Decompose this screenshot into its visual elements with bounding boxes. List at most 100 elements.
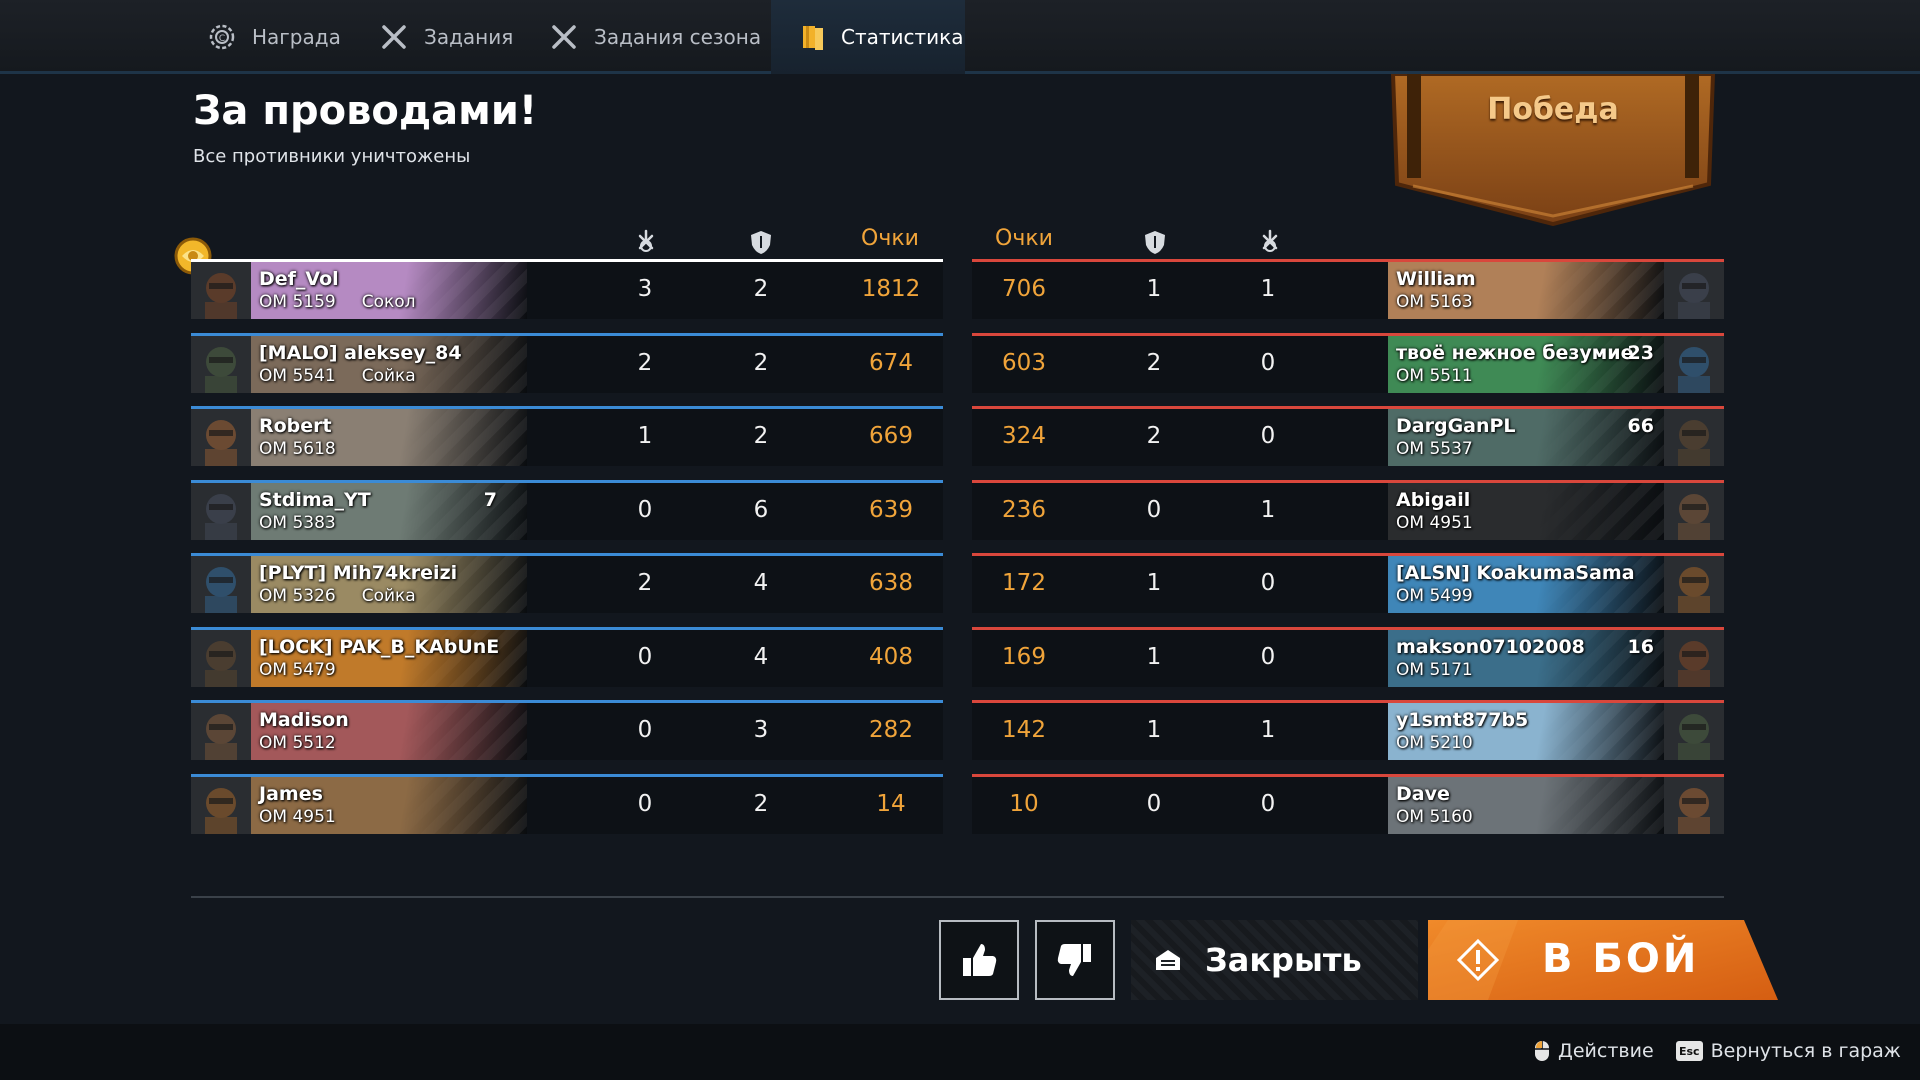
player-level: 7	[483, 488, 497, 511]
tab-statistics[interactable]: Статистика	[771, 0, 965, 74]
points-value: 669	[869, 423, 913, 449]
team-right-row[interactable]: 169 1 0 makson07102008 ОМ 5171 16	[972, 626, 1724, 687]
points-value: 706	[1002, 276, 1046, 302]
player-name: [LOCK] PAK_B_KAbUnE	[259, 635, 500, 658]
points-value: 1812	[861, 276, 921, 302]
tab-reward[interactable]: C Награда	[206, 0, 341, 74]
team-left-row[interactable]: [MALO] aleksey_84 ОМ 5541 Сойка 2 2 674	[191, 332, 943, 393]
avatar	[191, 482, 251, 540]
player-card[interactable]: Robert ОМ 5618	[251, 409, 527, 466]
team-left-row[interactable]: Stdima_YT ОМ 5383 7 0 6 639	[191, 479, 943, 540]
player-name: James	[259, 782, 323, 805]
assists-value: 2	[753, 423, 769, 449]
shield-icon	[751, 231, 771, 254]
team-left-row[interactable]: Def_Vol ОМ 5159 Сокол 3 2 1812	[191, 259, 943, 319]
player-name: [ALSN] KoakumaSama	[1396, 562, 1635, 584]
garage-hint[interactable]: Esc Вернуться в гараж	[1676, 1040, 1901, 1062]
player-card[interactable]: Madison ОМ 5512	[251, 703, 527, 760]
points-value: 324	[1002, 423, 1046, 449]
mission-title: За проводами!	[193, 88, 538, 134]
player-name: Madison	[259, 709, 349, 731]
shield-icon	[1145, 231, 1165, 254]
avatar	[1664, 335, 1724, 393]
assists-value: 2	[1146, 349, 1162, 376]
player-card[interactable]: y1smt877b5 ОМ 5210	[1388, 703, 1664, 760]
assists-value: 0	[1146, 496, 1162, 523]
dislike-button[interactable]	[1035, 920, 1115, 1000]
player-card[interactable]: Stdima_YT ОМ 5383 7	[251, 482, 527, 540]
action-hint[interactable]: Действие	[1534, 1040, 1654, 1062]
points-value: 408	[869, 643, 913, 670]
mouse-icon	[1535, 1041, 1549, 1061]
squad-badge: Сойка	[361, 586, 416, 606]
player-om: ОМ 4951	[1396, 512, 1473, 533]
crosshair-kills-icon	[638, 229, 654, 252]
fight-button[interactable]: В БОЙ	[1428, 920, 1778, 1000]
player-card[interactable]: [MALO] aleksey_84 ОМ 5541 Сойка	[251, 335, 527, 393]
player-card[interactable]: makson07102008 ОМ 5171 16	[1388, 629, 1664, 687]
player-level: 16	[1627, 635, 1654, 658]
player-card[interactable]: Def_Vol ОМ 5159 Сокол	[251, 262, 527, 319]
points-value: 638	[869, 570, 913, 596]
points-header-right: Очки	[995, 226, 1053, 251]
tab-label: Награда	[252, 25, 341, 49]
player-card[interactable]: William ОМ 5163	[1388, 262, 1664, 319]
like-button[interactable]	[939, 920, 1019, 1000]
player-card[interactable]: Abigail ОМ 4951	[1388, 482, 1664, 540]
player-name: makson07102008	[1396, 635, 1585, 658]
points-value: 236	[1002, 496, 1046, 523]
player-om-value: ОМ 5618	[259, 439, 336, 459]
team-right-row[interactable]: 603 2 0 твоё нежное безумие ОМ 5511 23	[972, 332, 1724, 393]
player-card[interactable]: [LOCK] PAK_B_KAbUnE ОМ 5479	[251, 629, 527, 687]
kills-value: 1	[637, 423, 653, 449]
player-name: Abigail	[1396, 488, 1471, 511]
team-left-row[interactable]: [PLYT] Mih74kreizi ОМ 5326 Сойка 2 4 638	[191, 553, 943, 613]
team-left-row[interactable]: James ОМ 4951 0 2 14	[191, 773, 943, 834]
kills-value: 0	[637, 790, 653, 817]
avatar	[1664, 629, 1724, 687]
player-card[interactable]: DargGanPL ОМ 5537 66	[1388, 409, 1664, 466]
player-om-value: ОМ 5512	[259, 733, 336, 753]
player-card[interactable]: [PLYT] Mih74kreizi ОМ 5326 Сойка	[251, 556, 527, 613]
player-name: Stdima_YT	[259, 488, 371, 511]
gear-medal-icon: C	[206, 21, 238, 53]
avatar	[1664, 776, 1724, 834]
tab-tasks[interactable]: Задания	[378, 0, 513, 74]
points-value: 172	[1002, 570, 1046, 596]
thumbs-down-icon	[1057, 944, 1091, 976]
team-left-row[interactable]: [LOCK] PAK_B_KAbUnE ОМ 5479 0 4 408	[191, 626, 943, 687]
team-right-row[interactable]: 324 2 0 DargGanPL ОМ 5537 66	[972, 406, 1724, 466]
team-right-row[interactable]: 142 1 1 y1smt877b5 ОМ 5210	[972, 700, 1724, 760]
player-om-value: ОМ 5326	[259, 586, 336, 606]
team-right-row[interactable]: 706 1 1 William ОМ 5163	[972, 259, 1724, 319]
team-right-row[interactable]: 10 0 0 Dave ОМ 5160	[972, 773, 1724, 834]
team-right-row[interactable]: 172 1 0 [ALSN] KoakumaSama ОМ 5499	[972, 553, 1724, 613]
tab-season-tasks[interactable]: Задания сезона	[548, 0, 761, 74]
points-value: 603	[1002, 349, 1046, 376]
player-card[interactable]: твоё нежное безумие ОМ 5511 23	[1388, 335, 1664, 393]
points-value: 639	[869, 496, 913, 523]
assists-value: 2	[753, 349, 769, 376]
player-name: Robert	[259, 415, 332, 437]
thumbs-up-icon	[963, 944, 997, 976]
garage-icon	[1156, 950, 1180, 970]
player-om: ОМ 5499	[1396, 586, 1473, 606]
close-button[interactable]: Закрыть	[1131, 920, 1418, 1000]
player-card[interactable]: Dave ОМ 5160	[1388, 776, 1664, 834]
player-name: Dave	[1396, 782, 1450, 805]
kills-value: 0	[637, 496, 653, 523]
garage-label: Вернуться в гараж	[1710, 1040, 1901, 1062]
avatar	[191, 776, 251, 834]
team-left-row[interactable]: Madison ОМ 5512 0 3 282	[191, 700, 943, 760]
player-card[interactable]: [ALSN] KoakumaSama ОМ 5499	[1388, 556, 1664, 613]
kills-value: 0	[1260, 790, 1276, 817]
team-right-row[interactable]: 236 0 1 Abigail ОМ 4951	[972, 479, 1724, 540]
crossed-swords-icon	[378, 21, 410, 53]
alert-icon	[1456, 938, 1500, 982]
player-om: ОМ 5326 Сойка	[259, 586, 416, 606]
assists-value: 0	[1146, 790, 1162, 817]
assists-value: 4	[753, 643, 769, 670]
kills-value: 1	[1260, 276, 1276, 302]
player-card[interactable]: James ОМ 4951	[251, 776, 527, 834]
team-left-row[interactable]: Robert ОМ 5618 1 2 669	[191, 406, 943, 466]
